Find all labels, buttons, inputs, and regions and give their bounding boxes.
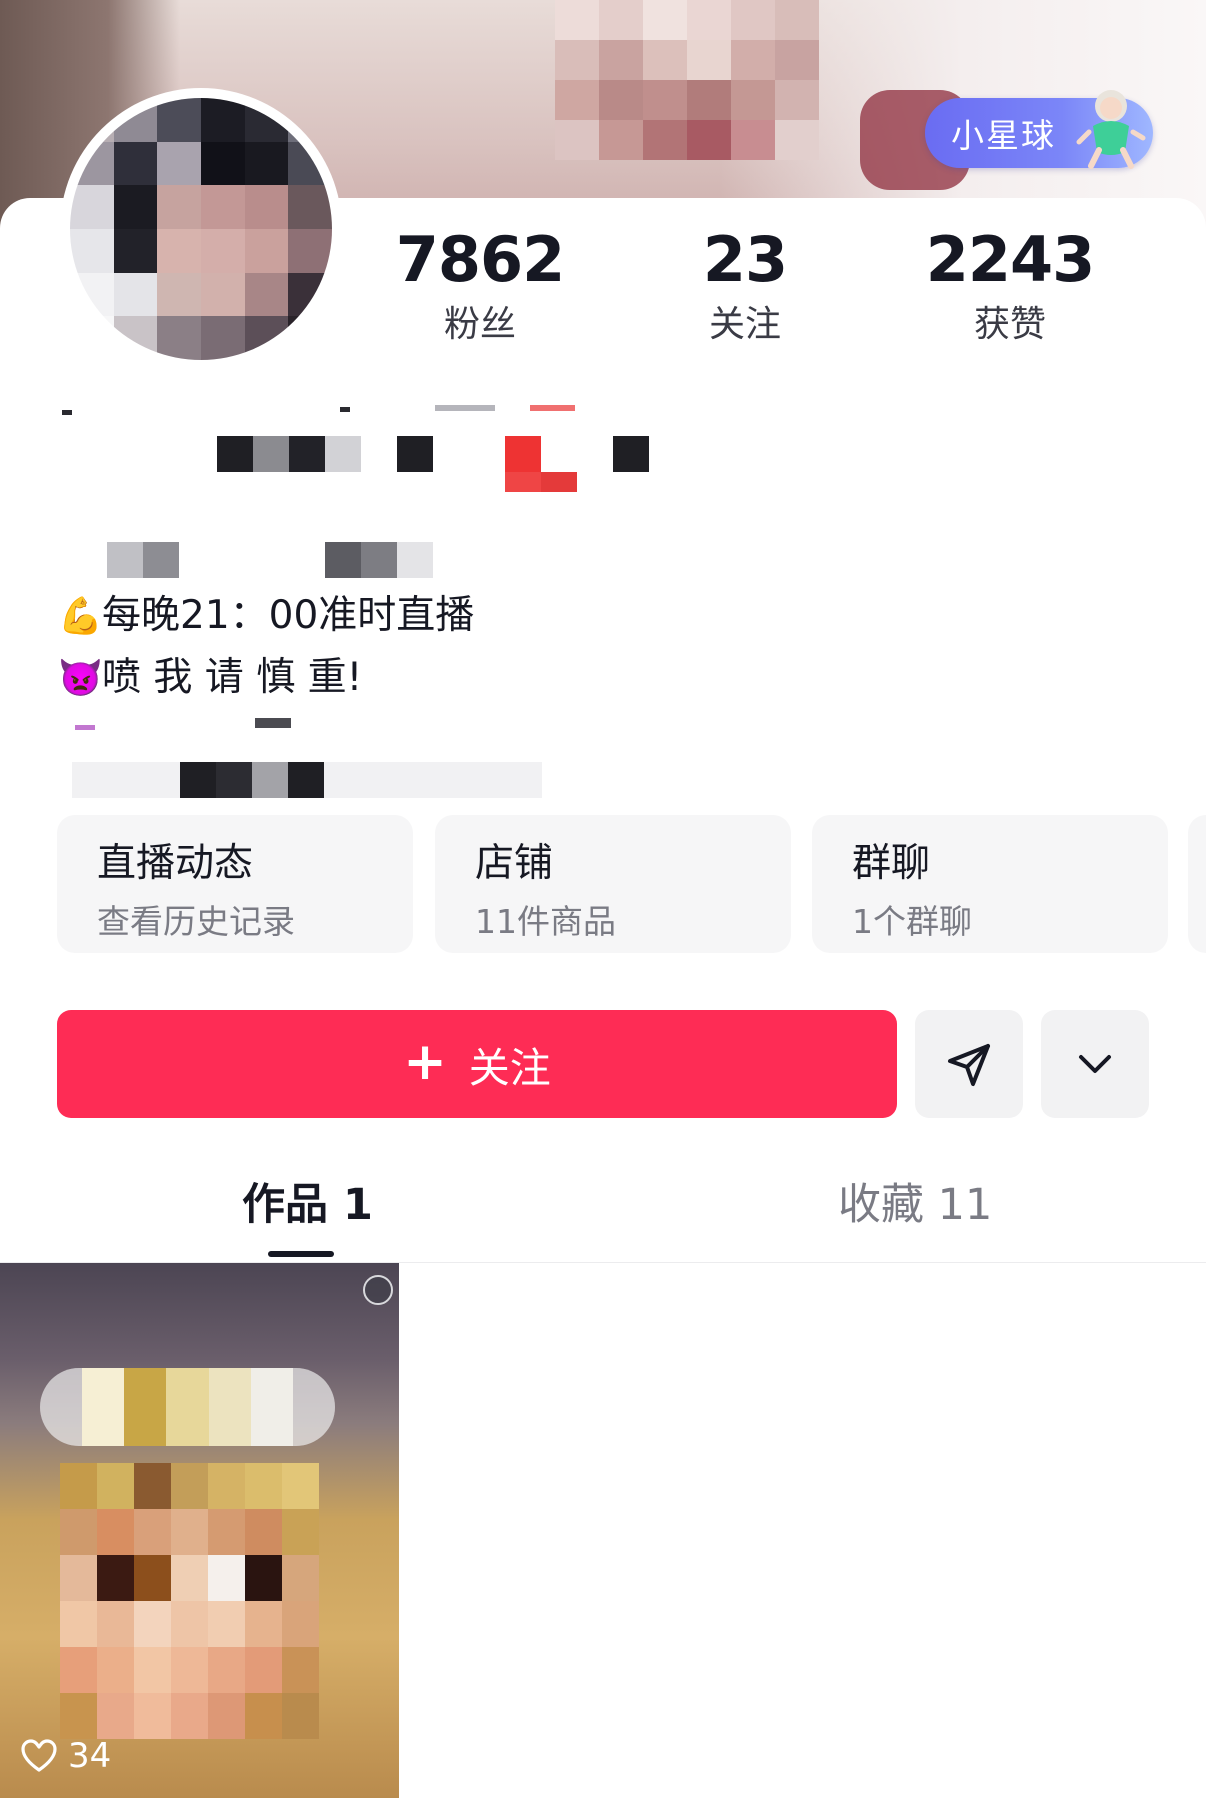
likes-count: 2243: [925, 223, 1096, 296]
bio-text-1: 每晚21：00准时直播: [102, 593, 475, 638]
angry-devil-icon: 👿: [58, 658, 103, 699]
follow-label: 关注: [468, 1044, 551, 1092]
followers-count: 7862: [395, 223, 566, 296]
stat-following[interactable]: 23 关注: [645, 222, 845, 350]
redacted-caption: [40, 1368, 335, 1446]
shop-card[interactable]: 店铺 11件商品: [435, 815, 791, 953]
live-activity-title: 直播动态: [97, 841, 254, 886]
thumbnail-mosaic: [60, 1463, 319, 1739]
video-thumbnail[interactable]: 34: [0, 1263, 399, 1798]
tab-works[interactable]: 作品 1: [242, 1175, 373, 1235]
likes-label: 获赞: [973, 304, 1046, 345]
plus-icon: +: [403, 1032, 447, 1092]
group-chat-card[interactable]: 群聊 1个群聊: [812, 815, 1168, 953]
group-chat-subtitle: 1个群聊: [852, 902, 972, 941]
thumbnail-badge-icon: [363, 1275, 393, 1305]
send-icon: [948, 1044, 990, 1086]
video-likes: 34: [20, 1736, 111, 1776]
following-label: 关注: [708, 304, 781, 345]
bio-line-2: 👿喷 我 请 慎 重!: [58, 650, 758, 707]
stat-followers[interactable]: 7862 粉丝: [380, 222, 580, 350]
shop-title: 店铺: [475, 841, 554, 886]
more-button[interactable]: [1041, 1010, 1149, 1118]
live-activity-card[interactable]: 直播动态 查看历史记录: [57, 815, 413, 953]
followers-label: 粉丝: [443, 304, 516, 345]
group-chat-title: 群聊: [852, 841, 931, 886]
chevron-down-icon: [1079, 1055, 1111, 1073]
badge-label: 小星球: [951, 116, 1056, 155]
avatar[interactable]: [60, 88, 342, 370]
stat-likes[interactable]: 2243 获赞: [910, 222, 1110, 350]
star-planet-badge[interactable]: 小星球: [925, 90, 1153, 169]
shop-subtitle: 11件商品: [475, 902, 616, 941]
follow-button[interactable]: + 关注: [57, 1010, 897, 1118]
flexed-biceps-icon: 💪: [58, 596, 103, 637]
live-activity-subtitle: 查看历史记录: [97, 902, 295, 941]
more-feature-card-peek[interactable]: [1188, 815, 1206, 953]
heart-icon: [21, 1739, 57, 1772]
video-likes-count: 34: [68, 1736, 112, 1776]
share-button[interactable]: [915, 1010, 1023, 1118]
active-tab-indicator: [268, 1251, 334, 1257]
cover-mosaic: [555, 0, 819, 160]
following-count: 23: [702, 223, 788, 296]
bio-text-2: 喷 我 请 慎 重!: [102, 655, 363, 700]
profile-stats: 7862 粉丝 23 关注 2243 获赞: [380, 222, 1180, 352]
mascot-icon: [1076, 90, 1146, 169]
tab-favorites[interactable]: 收藏 11: [838, 1175, 992, 1235]
bio-line-1: 💪每晚21：00准时直播: [58, 588, 758, 645]
